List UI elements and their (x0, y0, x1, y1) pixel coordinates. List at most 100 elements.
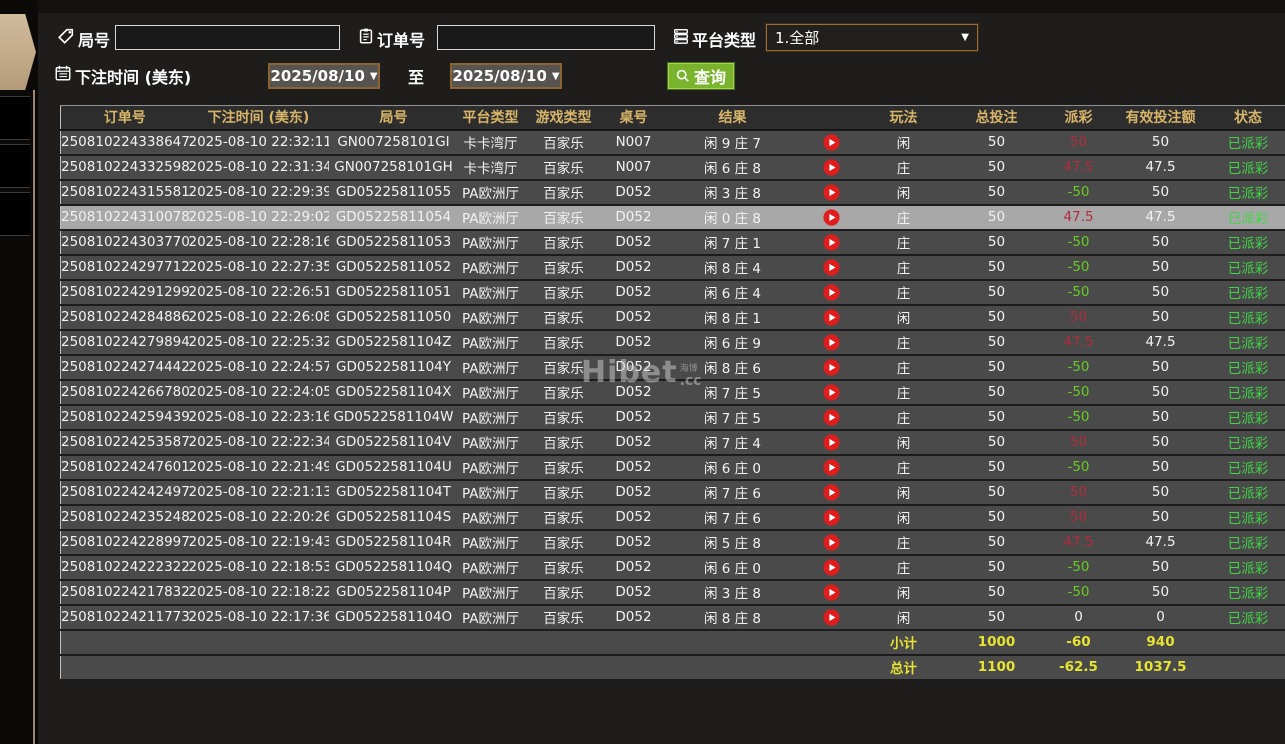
cell-play (802, 129, 861, 156)
cell-play (802, 304, 861, 331)
cell-bet: 庄 (860, 554, 947, 581)
play-icon[interactable] (823, 383, 840, 401)
table-row[interactable]: 250810224284886 2025-08-10 22:26:08 GD0522… (60, 304, 1285, 331)
cell-round: GN007258101GI (328, 129, 459, 156)
cell-status: 已派彩 (1210, 254, 1285, 281)
cell-payout: -50 (1046, 404, 1111, 431)
cell-result: 闲 8 庄 8 (662, 604, 803, 631)
cell-play (802, 154, 861, 181)
table-row[interactable]: 250810224274442 2025-08-10 22:24:57 GD0522… (60, 354, 1285, 381)
cell-total: 50 (946, 554, 1047, 581)
cell-bet: 闲 (860, 579, 947, 606)
platform-type-select[interactable]: 1.全部 ▼ (766, 24, 978, 51)
order-number-input[interactable] (437, 25, 655, 50)
table-row[interactable]: 250810224279894 2025-08-10 22:25:32 GD0522… (60, 329, 1285, 356)
cell-payout: -50 (1046, 379, 1111, 406)
cell-order: 250810224247601 (60, 454, 189, 481)
col-header-order: 订单号 (60, 105, 189, 131)
play-icon[interactable] (823, 183, 840, 201)
sidebar-item[interactable] (0, 96, 30, 140)
play-icon[interactable] (823, 533, 840, 551)
date-to-select[interactable]: 2025/08/10 ▼ (450, 63, 562, 89)
play-icon[interactable] (823, 358, 840, 376)
table-row[interactable]: 250810224253587 2025-08-10 22:22:34 GD0522… (60, 429, 1285, 456)
table-row[interactable]: 250810224259439 2025-08-10 22:23:16 GD0522… (60, 404, 1285, 431)
cell-order: 250810224211773 (60, 604, 189, 631)
cell-bet: 庄 (860, 329, 947, 356)
cell-round: GD0522581104Y (328, 354, 459, 381)
cell-game: 百家乐 (522, 279, 605, 306)
play-icon[interactable] (823, 158, 840, 176)
round-number-label: 局号 (78, 31, 111, 50)
table-row[interactable]: 250810224315581 2025-08-10 22:29:39 GD0522… (60, 179, 1285, 206)
table-row[interactable]: 250810224332598 2025-08-10 22:31:34 GN0072… (60, 154, 1285, 181)
table-row[interactable]: 250810224266780 2025-08-10 22:24:05 GD0522… (60, 379, 1285, 406)
table-row[interactable]: 250810224222322 2025-08-10 22:18:53 GD0522… (60, 554, 1285, 581)
cell-game: 百家乐 (522, 229, 605, 256)
cell-game: 百家乐 (522, 579, 605, 606)
play-icon[interactable] (823, 283, 840, 301)
cell-bet: 庄 (860, 254, 947, 281)
cell-platform: PA欧洲厅 (458, 229, 523, 256)
cell-valid: 50 (1110, 354, 1211, 381)
table-row[interactable]: 250810224303770 2025-08-10 22:28:16 GD0522… (60, 229, 1285, 256)
play-icon[interactable] (823, 408, 840, 426)
play-icon[interactable] (823, 508, 840, 526)
sidebar-item[interactable] (0, 144, 30, 188)
cell-round: GD05225811053 (328, 229, 459, 256)
play-icon[interactable] (823, 483, 840, 501)
cell-table_no: D052 (604, 479, 663, 506)
play-icon[interactable] (823, 208, 840, 226)
play-icon[interactable] (823, 258, 840, 276)
date-from-select[interactable]: 2025/08/10 ▼ (268, 63, 380, 89)
cell-table_no: D052 (604, 579, 663, 606)
cell-total: 50 (946, 429, 1047, 456)
play-icon[interactable] (823, 458, 840, 476)
query-button-label: 查询 (693, 68, 726, 87)
play-icon[interactable] (823, 333, 840, 351)
play-icon[interactable] (823, 308, 840, 326)
cell-bet: 闲 (860, 604, 947, 631)
play-icon[interactable] (823, 433, 840, 451)
table-row[interactable]: 250810224338647 2025-08-10 22:32:11 GN0072… (60, 129, 1285, 156)
cell-bet: 闲 (860, 129, 947, 156)
table-body: 250810224338647 2025-08-10 22:32:11 GN0072… (60, 129, 1285, 631)
cell-time: 2025-08-10 22:31:34 (188, 154, 329, 181)
cell-total: 50 (946, 604, 1047, 631)
cell-game: 百家乐 (522, 329, 605, 356)
col-header-time: 下注时间 (美东) (188, 105, 329, 131)
table-row[interactable]: 250810224291299 2025-08-10 22:26:51 GD0522… (60, 279, 1285, 306)
cell-payout: -50 (1046, 279, 1111, 306)
play-icon[interactable] (823, 233, 840, 251)
query-button[interactable]: 查询 (667, 62, 735, 90)
table-row[interactable]: 250810224235248 2025-08-10 22:20:26 GD0522… (60, 504, 1285, 531)
sidebar-active-tab[interactable] (0, 14, 36, 90)
col-header-round: 局号 (328, 105, 459, 131)
cell-order: 250810224310078 (60, 204, 189, 231)
cell-valid: 50 (1110, 304, 1211, 331)
play-icon[interactable] (823, 583, 840, 601)
col-header-status: 状态 (1210, 105, 1285, 131)
table-row[interactable]: 250810224297712 2025-08-10 22:27:35 GD0522… (60, 254, 1285, 281)
play-icon[interactable] (823, 558, 840, 576)
round-number-input[interactable] (115, 25, 340, 50)
sidebar-item[interactable] (0, 192, 30, 236)
cell-round: GD05225811054 (328, 204, 459, 231)
table-row[interactable]: 250810224242497 2025-08-10 22:21:13 GD0522… (60, 479, 1285, 506)
calendar-icon (54, 64, 72, 82)
cell-status: 已派彩 (1210, 604, 1285, 631)
play-icon[interactable] (823, 608, 840, 626)
table-row[interactable]: 250810224228997 2025-08-10 22:19:43 GD0522… (60, 529, 1285, 556)
cell-total: 50 (946, 404, 1047, 431)
table-row[interactable]: 250810224247601 2025-08-10 22:21:49 GD0522… (60, 454, 1285, 481)
table-row[interactable]: 250810224310078 2025-08-10 22:29:02 GD0522… (60, 204, 1285, 231)
cell-time: 2025-08-10 22:24:57 (188, 354, 329, 381)
play-icon[interactable] (823, 133, 840, 151)
cell-time: 2025-08-10 22:21:13 (188, 479, 329, 506)
cell-payout: -50 (1046, 254, 1111, 281)
table-row[interactable]: 250810224211773 2025-08-10 22:17:36 GD0522… (60, 604, 1285, 631)
subtotal-label: 小计 (860, 629, 947, 656)
cell-platform: PA欧洲厅 (458, 479, 523, 506)
table-row[interactable]: 250810224217832 2025-08-10 22:18:22 GD0522… (60, 579, 1285, 606)
cell-status: 已派彩 (1210, 454, 1285, 481)
